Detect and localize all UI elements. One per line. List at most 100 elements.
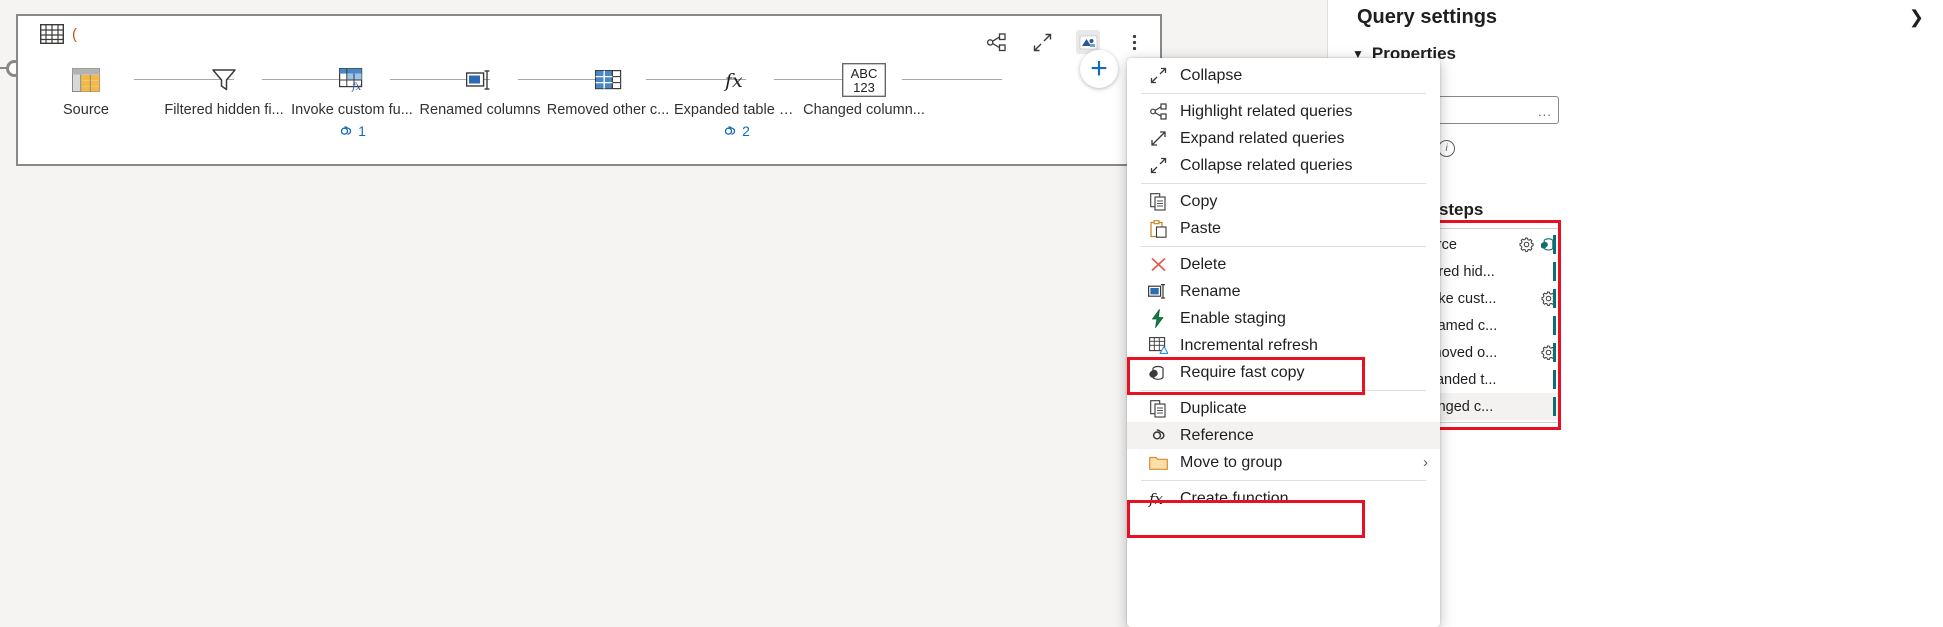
diagram-step-label: Removed other c... <box>546 102 670 118</box>
step-indicator-bar <box>1553 397 1556 416</box>
diagram-step-label: Renamed columns <box>419 102 541 118</box>
incremental-refresh-icon <box>1145 336 1171 356</box>
duplicate-icon <box>1145 399 1171 419</box>
query-diagram-card[interactable]: (Source Filtered hidden fi... fx Invoke… <box>16 14 1162 166</box>
reference-link-icon <box>341 125 352 135</box>
menu-item-label: Enable staging <box>1180 309 1286 327</box>
diagram-step-label: Changed column... <box>803 102 925 118</box>
menu-separator <box>1141 390 1426 391</box>
menu-item-label: Collapse <box>1180 66 1243 84</box>
query-context-menu: Collapse Highlight related queries Expan… <box>1127 58 1440 627</box>
chevron-right-icon[interactable]: ❯ <box>1909 7 1924 28</box>
paste-icon <box>1145 219 1171 239</box>
step-indicator-bar <box>1553 289 1556 308</box>
menu-item-delete[interactable]: Delete <box>1127 251 1440 278</box>
query-header: ( <box>39 23 77 45</box>
menu-item-duplicate[interactable]: Duplicate <box>1127 395 1440 422</box>
svg-text:fx: fx <box>351 82 362 92</box>
invoke-function-icon: fx <box>290 64 414 96</box>
menu-item-incremental-refresh[interactable]: Incremental refresh <box>1127 332 1440 359</box>
collapse-icon[interactable] <box>1030 30 1054 54</box>
highlight-related-queries-icon[interactable] <box>984 30 1008 54</box>
reference-link-icon <box>1145 426 1171 446</box>
query-name-label: ( <box>72 25 77 43</box>
diagram-step-label: Source <box>63 102 109 118</box>
fast-copy-icon <box>1145 363 1171 383</box>
menu-item-require-fast-copy[interactable]: Require fast copy <box>1127 359 1440 386</box>
diagram-step-label: Filtered hidden fi... <box>164 102 284 118</box>
more-options-icon[interactable] <box>1122 30 1146 54</box>
expand-related-icon <box>1145 129 1171 149</box>
svg-text:fx: fx <box>723 70 743 92</box>
menu-item-label: Copy <box>1180 192 1218 210</box>
svg-text:123: 123 <box>853 80 875 95</box>
rename-columns-icon <box>418 64 542 96</box>
info-icon[interactable]: i <box>1438 140 1456 157</box>
name-more-options-icon[interactable]: ... <box>1538 104 1552 119</box>
menu-item-label: Delete <box>1180 255 1227 273</box>
menu-item-label: Reference <box>1180 426 1254 444</box>
diagram-step-invoke[interactable]: fx Invoke custom fu... 1 <box>290 64 414 139</box>
abc123-icon: ABC 123 <box>802 63 926 97</box>
fx-icon: fx <box>674 64 798 96</box>
diagram-step-label: Expanded table c... <box>674 102 798 118</box>
step-indicator-bar <box>1553 316 1556 335</box>
step-settings-gear-icon[interactable] <box>1515 237 1537 252</box>
menu-item-label: Highlight related queries <box>1180 102 1353 120</box>
source-table-icon <box>24 64 148 96</box>
collapse-icon <box>1145 66 1171 86</box>
delete-x-icon <box>1145 255 1171 275</box>
remove-columns-icon <box>546 64 670 96</box>
menu-item-label: Paste <box>1180 219 1221 237</box>
svg-text:fx: fx <box>1148 490 1164 508</box>
diagram-step-filtered[interactable]: Filtered hidden fi... <box>162 64 286 118</box>
copy-icon <box>1145 192 1171 212</box>
menu-separator <box>1141 246 1426 247</box>
chevron-right-icon: › <box>1423 454 1428 471</box>
menu-item-collapse-related-queries[interactable]: Collapse related queries <box>1127 152 1440 179</box>
rename-icon <box>1145 282 1171 302</box>
diagram-toolbar <box>984 30 1146 54</box>
diagram-step-reference-count[interactable]: 2 <box>674 123 798 139</box>
diagram-step-expanded[interactable]: fx Expanded table c... 2 <box>674 64 798 139</box>
menu-item-label: Move to group <box>1180 453 1283 471</box>
menu-item-move-to-group[interactable]: Move to group › <box>1127 449 1440 476</box>
fx-icon: fx <box>1145 489 1171 509</box>
menu-item-label: Create function... <box>1180 489 1302 507</box>
diagram-step-label: Invoke custom fu... <box>291 102 413 118</box>
collapse-related-icon <box>1145 156 1171 176</box>
step-indicator-bar <box>1553 235 1556 254</box>
menu-item-rename[interactable]: Rename <box>1127 278 1440 305</box>
menu-item-label: Expand related queries <box>1180 129 1345 147</box>
table-icon <box>39 23 65 45</box>
reference-count-value: 1 <box>358 123 366 139</box>
menu-item-expand-related-queries[interactable]: Expand related queries <box>1127 125 1440 152</box>
diagram-step-source[interactable]: Source <box>24 64 148 118</box>
menu-item-copy[interactable]: Copy <box>1127 188 1440 215</box>
menu-item-reference[interactable]: Reference <box>1127 422 1440 449</box>
menu-item-label: Incremental refresh <box>1180 336 1318 354</box>
reference-count-value: 2 <box>742 123 750 139</box>
filter-icon <box>162 64 286 96</box>
step-indicator-bar <box>1553 370 1556 389</box>
diagram-step-reference-count[interactable]: 1 <box>290 123 414 139</box>
diagram-step-removed[interactable]: Removed other c... <box>546 64 670 118</box>
diagram-steps-flow: Source Filtered hidden fi... fx Invoke c… <box>18 63 1160 150</box>
diagram-step-renamed[interactable]: Renamed columns <box>418 64 542 118</box>
menu-separator <box>1141 93 1426 94</box>
reference-link-icon <box>725 125 736 135</box>
menu-item-label: Duplicate <box>1180 399 1247 417</box>
svg-text:ABC: ABC <box>851 66 878 81</box>
diagram-step-changed[interactable]: ABC 123 Changed column... <box>802 63 926 118</box>
menu-item-paste[interactable]: Paste <box>1127 215 1440 242</box>
add-step-button[interactable]: + <box>1080 50 1118 88</box>
menu-item-enable-staging[interactable]: Enable staging <box>1127 305 1440 332</box>
menu-item-create-function[interactable]: fx Create function... <box>1127 485 1440 512</box>
menu-item-highlight-related-queries[interactable]: Highlight related queries <box>1127 98 1440 125</box>
lightning-bolt-icon <box>1145 309 1171 329</box>
menu-item-collapse[interactable]: Collapse <box>1127 62 1440 89</box>
menu-item-label: Rename <box>1180 282 1241 300</box>
menu-separator <box>1141 480 1426 481</box>
highlight-related-icon <box>1145 102 1171 122</box>
step-indicator-bar <box>1553 262 1556 281</box>
